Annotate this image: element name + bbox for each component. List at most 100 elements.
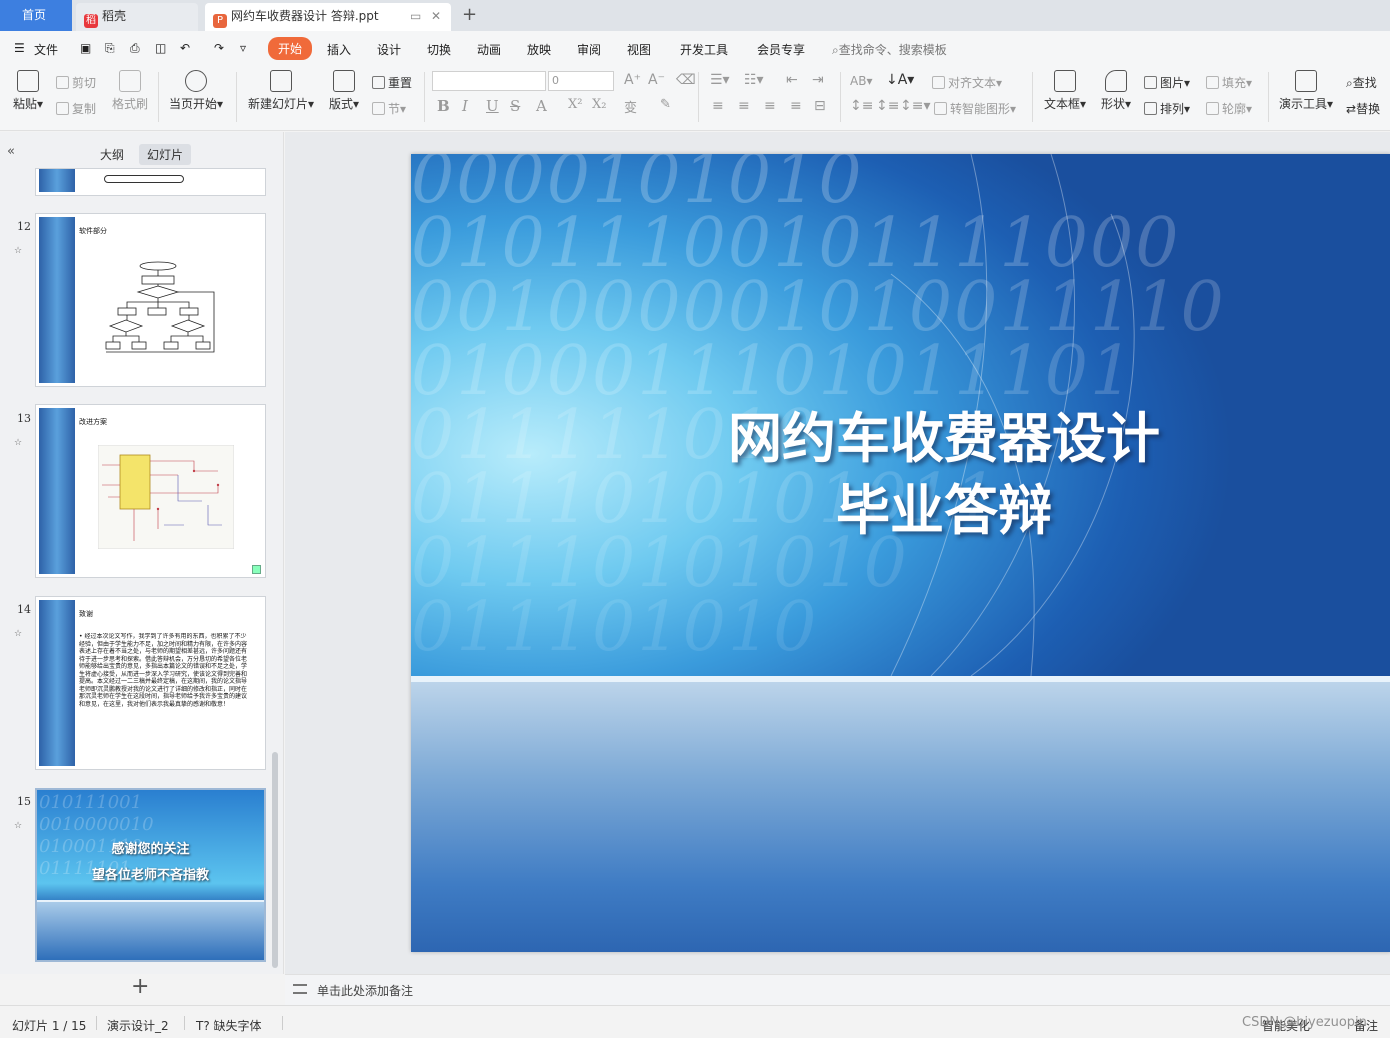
print-preview-icon[interactable]: ◫: [155, 41, 166, 55]
new-tab-icon[interactable]: +: [462, 3, 477, 27]
paragraph-spacing-icon[interactable]: ↕≡: [876, 98, 899, 114]
smart-shape-button[interactable]: 转智能图形▾: [934, 100, 1016, 117]
panel-scrollbar[interactable]: [272, 752, 278, 968]
menu-start[interactable]: 开始: [268, 37, 313, 60]
add-slide-icon[interactable]: +: [131, 974, 149, 999]
tab-slides[interactable]: 幻灯片: [139, 144, 192, 165]
line-spacing-icon[interactable]: ↕≡: [850, 98, 873, 114]
align-right-icon[interactable]: ≡: [764, 98, 776, 114]
menu-member[interactable]: 会员专享: [757, 41, 805, 58]
text-direction-icon[interactable]: ↓A▾: [886, 72, 914, 88]
copy-button[interactable]: 复制: [56, 100, 96, 117]
italic-icon[interactable]: I: [462, 97, 468, 115]
section-button[interactable]: 节▾: [372, 100, 406, 117]
phonetic-icon[interactable]: 变: [624, 97, 637, 116]
slide-thumbnail-11[interactable]: [35, 168, 266, 196]
export-pdf-icon[interactable]: ⎘: [105, 41, 115, 56]
find-button[interactable]: ⌕查找: [1346, 74, 1377, 91]
menu-slideshow[interactable]: 放映: [527, 41, 551, 58]
notes-bar[interactable]: 单击此处添加备注: [285, 974, 1390, 1005]
slide-thumbnail-14[interactable]: 致谢 • 经过本次论文写作，我学到了许多有用的东西，也积累了不少经验，但由于学生…: [35, 596, 266, 770]
animation-star-icon: ☆: [14, 629, 23, 639]
slide-thumbnail-15[interactable]: 010111001 0010000010 010001110 01111101 感谢您…: [35, 788, 266, 962]
font-color-icon[interactable]: A: [536, 97, 547, 115]
picture-button[interactable]: 图片▾: [1144, 74, 1190, 91]
collapse-panel-icon[interactable]: «: [7, 144, 15, 159]
bullet-list-icon[interactable]: ☰▾: [710, 72, 730, 88]
slide-thumbnail-12[interactable]: 软件部分: [35, 213, 266, 387]
underline-icon[interactable]: U: [486, 97, 499, 115]
strikethrough-icon[interactable]: S: [510, 97, 520, 115]
numbered-list-icon[interactable]: ☷▾: [744, 72, 764, 88]
present-tools-button[interactable]: 演示工具▾: [1276, 70, 1336, 112]
bold-icon[interactable]: B: [437, 97, 450, 115]
tab-document[interactable]: P 网约车收费器设计 答辩.ppt ▭ ✕: [205, 3, 451, 31]
menu-view[interactable]: 视图: [627, 41, 651, 58]
theme-name[interactable]: 演示设计_2: [107, 1017, 169, 1034]
layout-button[interactable]: 版式▾: [326, 70, 362, 112]
restore-window-icon[interactable]: ▭: [410, 3, 421, 29]
textbox-button[interactable]: 文本框▾: [1042, 70, 1088, 112]
menu-developer[interactable]: 开发工具: [680, 41, 728, 58]
highlight-icon[interactable]: ✎: [660, 97, 671, 112]
outline-button[interactable]: 轮廓▾: [1206, 100, 1252, 117]
divider: [1032, 72, 1033, 122]
format-painter-label: 格式刷: [111, 97, 148, 111]
font-name-select[interactable]: [432, 71, 546, 91]
slide-thumbnail-13[interactable]: 改进方案: [35, 404, 266, 578]
missing-font-button[interactable]: T? 缺失字体: [196, 1017, 262, 1034]
fill-button[interactable]: 填充▾: [1206, 74, 1252, 91]
menu-transition[interactable]: 切换: [427, 41, 451, 58]
reset-button[interactable]: 重置: [372, 74, 412, 91]
hamburger-icon[interactable]: ☰: [14, 41, 25, 55]
menu-design[interactable]: 设计: [377, 41, 401, 58]
picture-label: 图片: [1160, 76, 1185, 90]
justify-icon[interactable]: ≡: [790, 98, 802, 114]
undo-icon[interactable]: ↶: [180, 41, 190, 55]
subscript-icon[interactable]: X₂: [592, 97, 606, 112]
cut-button[interactable]: 剪切: [56, 74, 96, 91]
thumbnail-background-strip: [39, 408, 75, 574]
font-size-select[interactable]: 0: [548, 71, 614, 91]
align-text-button[interactable]: 对齐文本▾: [932, 74, 1002, 91]
tab-outline[interactable]: 大纲: [92, 144, 132, 165]
command-search[interactable]: ⌕查找命令、搜索模板: [832, 41, 947, 58]
paste-label: 粘贴: [12, 97, 37, 111]
increase-font-icon[interactable]: A⁺: [624, 72, 641, 88]
menu-animation[interactable]: 动画: [477, 41, 501, 58]
tab-home[interactable]: 首页: [0, 0, 72, 31]
clear-format-icon[interactable]: ⌫: [676, 72, 696, 88]
decrease-font-icon[interactable]: A⁻: [648, 72, 665, 88]
new-slide-button[interactable]: 新建幻灯片▾: [246, 70, 316, 112]
menu-insert[interactable]: 插入: [327, 41, 351, 58]
redo-icon[interactable]: ↷: [214, 41, 224, 55]
shape-button[interactable]: 形状▾: [1098, 70, 1134, 112]
superscript-icon[interactable]: X²: [568, 97, 582, 112]
tab-daoke[interactable]: 稻稻壳: [76, 3, 198, 31]
column-icon[interactable]: ↕≡▾: [900, 98, 931, 114]
customize-toolbar-icon[interactable]: ▿: [240, 41, 246, 55]
close-tab-icon[interactable]: ✕: [431, 3, 441, 29]
increase-indent-icon[interactable]: ⇥: [812, 72, 824, 88]
fill-label: 填充: [1222, 76, 1247, 90]
slide-title-line-1[interactable]: 网约车收费器设计: [411, 394, 1390, 473]
distribute-icon[interactable]: ⊟: [814, 98, 826, 114]
save-icon[interactable]: ▣: [80, 41, 91, 55]
current-slide[interactable]: 0000101010 01011100101111000 0010000010100…: [411, 154, 1390, 952]
present-tools-icon: [1295, 70, 1317, 92]
replace-button[interactable]: ⇄替换: [1346, 100, 1380, 117]
align-center-icon[interactable]: ≡: [738, 98, 750, 114]
paste-icon: [17, 70, 39, 92]
menu-file[interactable]: 文件: [34, 41, 58, 58]
arrange-button[interactable]: 排列▾: [1144, 100, 1190, 117]
decrease-indent-icon[interactable]: ⇤: [786, 72, 798, 88]
smart-shape-icon: [934, 102, 947, 115]
slide-title-line-2[interactable]: 毕业答辩: [411, 466, 1390, 545]
print-icon[interactable]: ⎙: [130, 41, 140, 56]
menu-review[interactable]: 审阅: [577, 41, 601, 58]
format-painter-button[interactable]: 格式刷: [108, 70, 152, 112]
text-effect-icon[interactable]: AB▾: [850, 74, 872, 88]
paste-button[interactable]: 粘贴▾: [10, 70, 46, 112]
align-left-icon[interactable]: ≡: [712, 98, 724, 114]
play-current-button[interactable]: 当页开始▾: [166, 70, 226, 112]
